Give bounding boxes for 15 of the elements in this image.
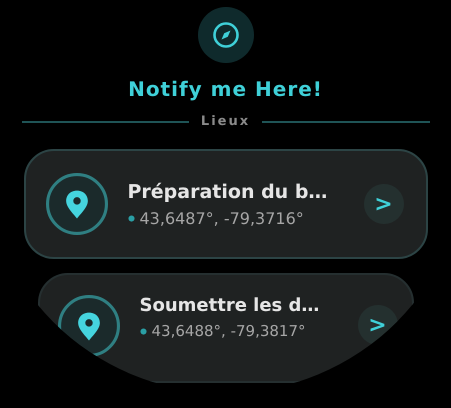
place-card[interactable]: Préparation du b… 43,6487°, -79,3716° > [24, 149, 428, 259]
app-title: Notify me Here! [128, 77, 323, 101]
dot-icon [140, 328, 146, 334]
place-card[interactable]: Soumettre les d… 43,6488°, -79,3817° > [38, 273, 414, 383]
place-title: Préparation du b… [128, 180, 328, 202]
location-pin-icon [46, 173, 108, 235]
dot-icon [128, 214, 134, 222]
coordinates-text: 43,6488°, -79,3817° [152, 322, 306, 340]
place-title: Soumettre les d… [140, 295, 320, 316]
location-pin-icon [58, 295, 120, 357]
open-button[interactable]: > [364, 184, 404, 224]
coordinates-text: 43,6487°, -79,3716° [140, 208, 304, 228]
open-button[interactable]: > [358, 305, 398, 345]
section-label: Lieux [200, 114, 250, 129]
compass-icon [198, 7, 254, 63]
